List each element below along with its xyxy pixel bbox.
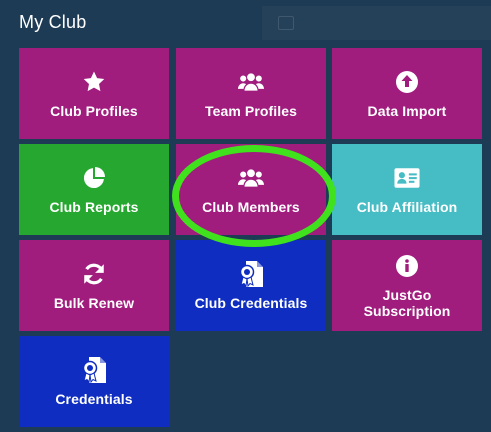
upload-circle-icon — [394, 69, 420, 95]
tile-label: Club Affiliation — [356, 198, 458, 215]
info-circle-icon — [394, 253, 420, 279]
tile-label: Credentials — [55, 390, 133, 407]
credential-document-icon — [81, 356, 107, 383]
pie-chart-icon — [81, 165, 107, 191]
tile-label: Data Import — [367, 102, 447, 119]
users-icon — [238, 69, 264, 95]
tile-club-affiliation[interactable]: Club Affiliation — [332, 144, 482, 235]
page-title: My Club — [19, 12, 87, 32]
tile-label: Bulk Renew — [53, 294, 135, 311]
tile-data-import[interactable]: Data Import — [332, 48, 482, 139]
refresh-icon — [81, 261, 107, 287]
my-club-panel: My Club Club Profiles Team Profiles Data… — [0, 0, 491, 432]
tile-label: Team Profiles — [204, 102, 298, 119]
background-search-bar — [262, 6, 491, 40]
tile-bulk-renew[interactable]: Bulk Renew — [19, 240, 169, 331]
star-icon — [81, 69, 107, 95]
tile-team-profiles[interactable]: Team Profiles — [176, 48, 326, 139]
tile-club-profiles[interactable]: Club Profiles — [19, 48, 169, 139]
tile-club-members[interactable]: Club Members — [176, 144, 326, 235]
tile-label: Club Profiles — [50, 102, 138, 119]
background-card-icon — [278, 16, 294, 30]
tile-label: Club Members — [202, 198, 300, 215]
tile-label: Club Credentials — [194, 294, 308, 311]
tile-label: Club Reports — [49, 198, 139, 215]
tile-credentials[interactable]: Credentials — [19, 336, 169, 427]
tile-justgo-subscription[interactable]: JustGo Subscription — [332, 240, 482, 331]
id-card-icon — [394, 165, 420, 191]
tile-club-reports[interactable]: Club Reports — [19, 144, 169, 235]
tile-label: JustGo Subscription — [363, 286, 451, 319]
credential-document-icon — [238, 260, 264, 287]
tile-club-credentials[interactable]: Club Credentials — [176, 240, 326, 331]
users-icon — [238, 165, 264, 191]
